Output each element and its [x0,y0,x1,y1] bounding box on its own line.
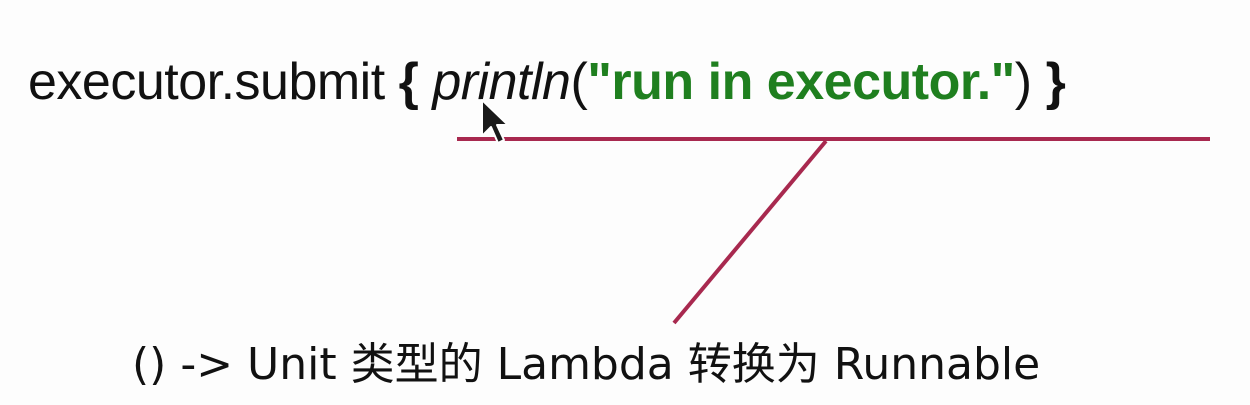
mouse-pointer-icon [481,99,509,144]
pointer-line [672,139,828,325]
slide-canvas: executor.submit { println("run in execut… [0,0,1250,405]
caption: () -> Unit 类型的 Lambda 转换为 Runnable [132,339,1041,390]
